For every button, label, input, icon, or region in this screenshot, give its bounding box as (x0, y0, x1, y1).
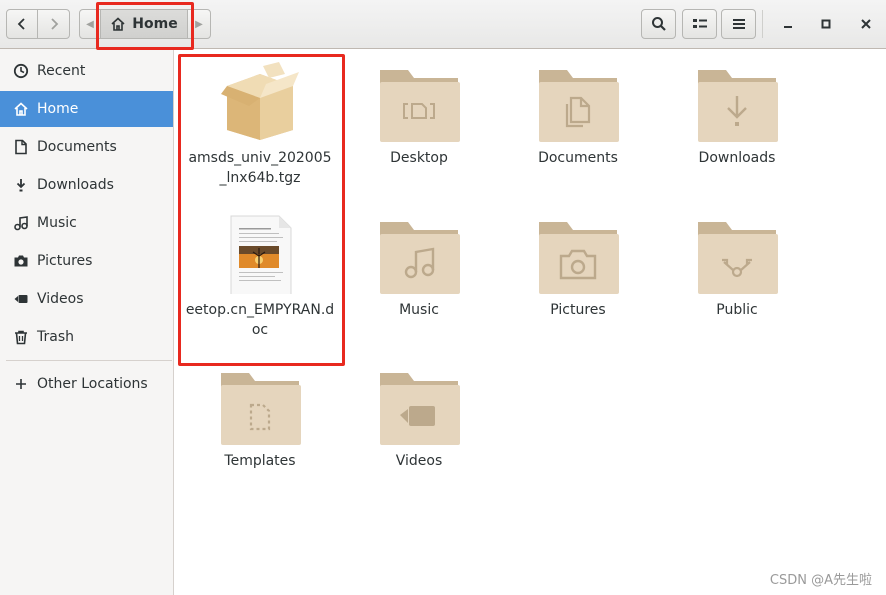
download-icon (12, 176, 30, 194)
file-item-archive[interactable]: amsds_univ_202005_lnx64b.tgz (185, 60, 335, 210)
list-view-icon (692, 19, 707, 28)
folder-name: Templates (224, 453, 296, 469)
sidebar-item-trash[interactable]: Trash (0, 319, 173, 355)
triangle-right-icon: ▶ (195, 18, 203, 30)
breadcrumb-home-button[interactable]: Home (100, 9, 188, 39)
folder-name: Pictures (550, 302, 606, 318)
folder-item-public[interactable]: Public (662, 212, 812, 362)
breadcrumb-home-label: Home (132, 16, 178, 32)
chevron-left-icon (17, 18, 25, 30)
trash-icon (12, 328, 30, 346)
back-button[interactable] (6, 9, 38, 39)
sidebar-item-recent[interactable]: Recent (0, 53, 173, 89)
folder-public-icon (698, 222, 778, 294)
folder-name: Public (716, 302, 758, 318)
sidebar-item-label: Other Locations (37, 376, 148, 392)
sidebar-item-label: Music (37, 215, 77, 231)
close-icon (861, 19, 871, 29)
archive-icon (221, 62, 299, 140)
clock-icon (12, 62, 30, 80)
forward-button[interactable] (37, 9, 70, 39)
file-name: eetop.cn_EMPYRAN.doc (185, 302, 335, 338)
folder-name: Documents (538, 150, 618, 166)
sidebar-item-label: Videos (37, 291, 84, 307)
folder-item-music[interactable]: Music (344, 212, 494, 362)
sidebar-item-label: Pictures (37, 253, 93, 269)
path-scroll-left-button[interactable]: ◀ (79, 9, 101, 39)
folder-name: Desktop (390, 150, 448, 166)
folder-name: Music (399, 302, 439, 318)
folder-item-videos[interactable]: Videos (344, 363, 494, 513)
folder-pictures-icon (539, 222, 619, 294)
menu-button[interactable] (721, 9, 756, 39)
file-item-document[interactable]: eetop.cn_EMPYRAN.doc (185, 212, 335, 362)
sidebar-item-label: Documents (37, 139, 117, 155)
sidebar-item-documents[interactable]: Documents (0, 129, 173, 165)
camera-icon (12, 252, 30, 270)
minimize-button[interactable] (776, 12, 800, 36)
sidebar-item-label: Home (37, 101, 79, 117)
sidebar-item-label: Trash (37, 329, 74, 345)
sidebar-item-music[interactable]: Music (0, 205, 173, 241)
header-separator (762, 10, 763, 38)
folder-item-pictures[interactable]: Pictures (503, 212, 653, 362)
document-icon (12, 138, 30, 156)
folder-templates-icon (221, 373, 301, 445)
sidebar-item-downloads[interactable]: Downloads (0, 167, 173, 203)
places-sidebar: Recent Home Documents Downloads Music Pi… (0, 49, 174, 595)
folder-name: Videos (395, 453, 443, 469)
folder-item-documents[interactable]: Documents (503, 60, 653, 210)
sidebar-item-other-locations[interactable]: Other Locations (0, 366, 173, 402)
folder-item-downloads[interactable]: Downloads (662, 60, 812, 210)
sidebar-item-pictures[interactable]: Pictures (0, 243, 173, 279)
sidebar-item-label: Recent (37, 63, 86, 79)
header-bar: ◀ Home ▶ (0, 0, 886, 49)
plus-icon (12, 375, 30, 393)
minimize-icon (784, 26, 792, 28)
home-icon (111, 17, 125, 31)
music-icon (12, 214, 30, 232)
file-name: amsds_univ_202005_lnx64b.tgz (188, 150, 332, 186)
search-button[interactable] (641, 9, 676, 39)
video-icon (12, 290, 30, 308)
path-scroll-right-button[interactable]: ▶ (187, 9, 211, 39)
folder-desktop-icon (380, 70, 460, 142)
close-button[interactable] (854, 12, 878, 36)
folder-item-templates[interactable]: Templates (185, 363, 335, 513)
folder-documents-icon (539, 70, 619, 142)
chevron-right-icon (50, 18, 58, 30)
triangle-left-icon: ◀ (86, 18, 94, 30)
sidebar-item-home[interactable]: Home (0, 91, 173, 127)
folder-videos-icon (380, 373, 460, 445)
hamburger-icon (732, 19, 745, 29)
view-toggle-button[interactable] (682, 9, 717, 39)
maximize-icon (821, 19, 831, 29)
doc-file-icon (230, 215, 292, 294)
sidebar-separator (6, 360, 172, 361)
search-icon (651, 17, 666, 31)
maximize-button[interactable] (814, 12, 838, 36)
watermark: CSDN @A先生啦 (769, 573, 872, 588)
sidebar-item-label: Downloads (37, 177, 114, 193)
folder-name: Downloads (698, 150, 776, 166)
sidebar-item-videos[interactable]: Videos (0, 281, 173, 317)
home-icon (12, 100, 30, 118)
folder-music-icon (380, 222, 460, 294)
folder-downloads-icon (698, 70, 778, 142)
folder-item-desktop[interactable]: Desktop (344, 60, 494, 210)
